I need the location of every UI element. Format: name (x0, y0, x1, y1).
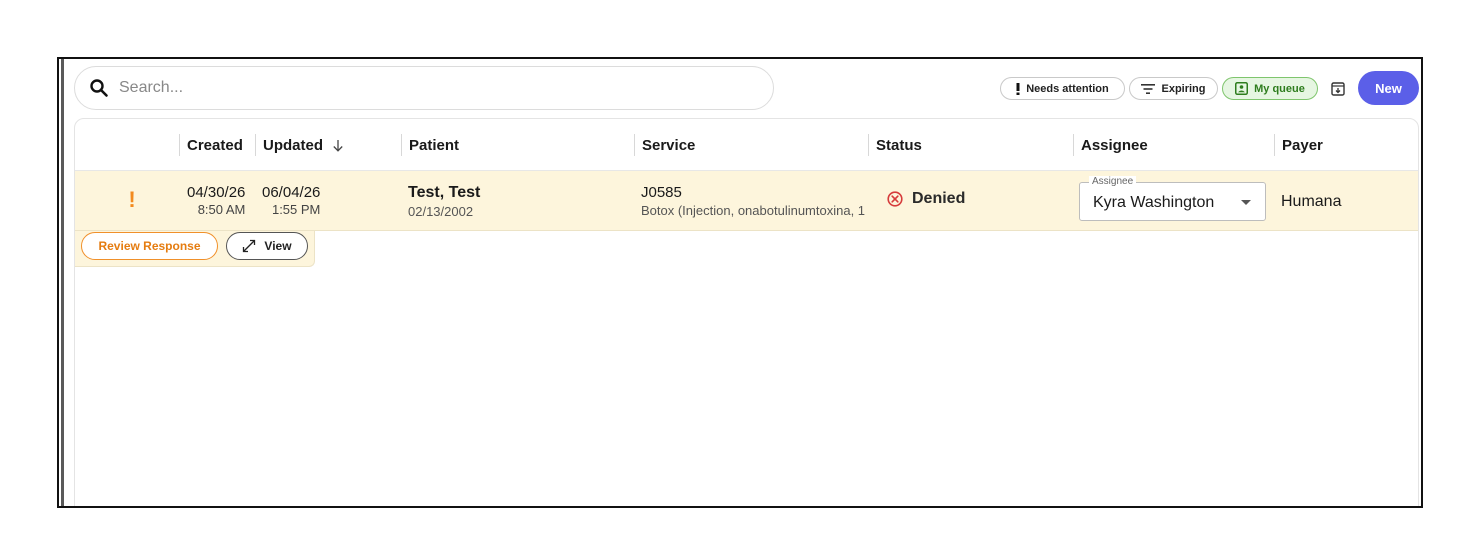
exclamation-icon (1016, 82, 1020, 95)
search-icon (90, 79, 108, 97)
archive-icon (1331, 82, 1345, 96)
filter-lines-icon (1141, 83, 1156, 94)
column-header-assignee[interactable]: Assignee (1073, 134, 1148, 156)
archive-button[interactable] (1328, 79, 1348, 99)
service-code: J0585 (641, 184, 682, 201)
search-input[interactable] (117, 78, 717, 98)
service-cell: J0585 Botox (Injection, onabotulinumtoxi… (641, 184, 865, 218)
status-cell: Denied (887, 190, 965, 208)
arrow-down-icon (333, 139, 343, 152)
payer-cell: Humana (1281, 193, 1342, 210)
column-header-updated[interactable]: Updated (255, 134, 344, 156)
filter-expiring[interactable]: Expiring (1129, 77, 1218, 100)
filter-my-queue[interactable]: My queue (1222, 77, 1318, 100)
app-frame: Needs attention Expiring My queue New Cr… (57, 57, 1423, 508)
assignee-value: Kyra Washington (1093, 194, 1215, 211)
service-description: Botox (Injection, onabotulinumtoxina, 1 (641, 203, 866, 218)
assignee-field-label: Assignee (1089, 176, 1137, 188)
patient-name: Test, Test (408, 184, 481, 201)
left-divider (61, 59, 64, 506)
filter-my-queue-label: My queue (1254, 82, 1305, 95)
created-time: 8:50 AM (197, 202, 246, 217)
review-response-button[interactable]: Review Response (81, 232, 218, 260)
status-badge: Denied (912, 190, 966, 207)
row-actions: Review Response View (75, 231, 315, 267)
filter-needs-attention[interactable]: Needs attention (1000, 77, 1125, 100)
search-box[interactable] (74, 66, 774, 110)
table-row[interactable]: ! 04/30/26 8:50 AM 06/04/26 1:55 PM Test… (75, 171, 1418, 231)
denied-circle-x-icon (887, 191, 903, 207)
filter-expiring-label: Expiring (1161, 82, 1206, 95)
column-header-service[interactable]: Service (634, 134, 695, 156)
person-badge-icon (1235, 82, 1249, 95)
patient-cell: Test, Test 02/13/2002 (408, 184, 480, 219)
view-button[interactable]: View (226, 232, 308, 260)
updated-date: 06/04/26 (262, 184, 321, 201)
column-header-status[interactable]: Status (868, 134, 922, 156)
column-header-payer[interactable]: Payer (1274, 134, 1323, 156)
expand-arrows-icon (243, 239, 256, 253)
updated-time: 1:55 PM (271, 202, 321, 217)
column-header-updated-label: Updated (263, 136, 323, 154)
caret-down-icon (1241, 200, 1251, 205)
patient-dob: 02/13/2002 (408, 204, 474, 219)
column-header-patient[interactable]: Patient (401, 134, 459, 156)
view-button-label: View (264, 239, 292, 253)
new-button[interactable]: New (1358, 71, 1419, 105)
requests-table: Created Updated Patient Service Status A… (74, 118, 1419, 506)
column-header-created[interactable]: Created (179, 134, 243, 156)
filter-needs-attention-label: Needs attention (1026, 82, 1109, 95)
created-date: 04/30/26 (187, 184, 246, 201)
assignee-select[interactable]: Assignee Kyra Washington (1079, 176, 1266, 221)
attention-flag: ! (128, 187, 136, 212)
updated-cell: 06/04/26 1:55 PM (262, 184, 320, 217)
table-header: Created Updated Patient Service Status A… (75, 119, 1418, 171)
created-cell: 04/30/26 8:50 AM (187, 184, 245, 217)
